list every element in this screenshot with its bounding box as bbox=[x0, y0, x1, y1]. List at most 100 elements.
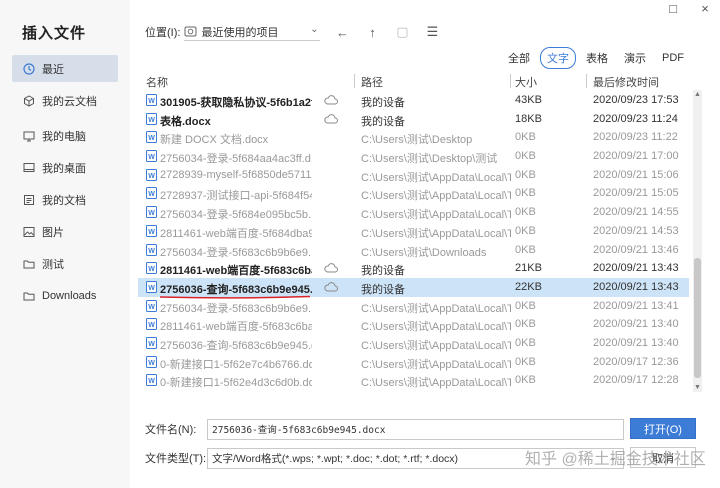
sidebar-item-label: 我的文档 bbox=[42, 194, 86, 207]
filter-all[interactable]: 全部 bbox=[502, 48, 536, 68]
file-path: C:\Users\测试\Desktop bbox=[361, 134, 473, 147]
sidebar-item-label: Downloads bbox=[42, 289, 97, 302]
file-modified: 2020/09/23 11:22 bbox=[593, 131, 678, 144]
filter-spreadsheet[interactable]: 表格 bbox=[580, 48, 614, 68]
scrollbar-thumb[interactable] bbox=[694, 258, 701, 378]
sidebar-item-pictures[interactable]: 图片 bbox=[12, 218, 118, 245]
file-name: 2756034-登录-5f684aa4ac3ff.d... bbox=[160, 153, 312, 166]
filter-presentation[interactable]: 演示 bbox=[618, 48, 652, 68]
sidebar-item-label: 我的桌面 bbox=[42, 162, 86, 175]
column-path[interactable]: 路径 bbox=[361, 74, 383, 90]
table-row[interactable]: W 2811461-web端百度-5f683c6ba... C:\Users\测试\… bbox=[138, 315, 689, 334]
file-path: C:\Users\测试\AppData\Local\T... bbox=[361, 227, 511, 240]
sidebar-item-desktop[interactable]: 我的桌面 bbox=[12, 154, 118, 181]
filetype-label: 文件类型(T): bbox=[145, 453, 207, 465]
file-list-scrollbar[interactable]: ▲ ▼ bbox=[693, 90, 702, 392]
column-divider[interactable] bbox=[510, 74, 511, 88]
sidebar-item-label: 我的云文档 bbox=[42, 95, 97, 108]
column-name[interactable]: 名称 bbox=[146, 74, 168, 90]
file-size: 0KB bbox=[515, 150, 536, 163]
table-row[interactable]: W 301905-获取隐私协议-5f6b1a2f3... 我的设备 43KB 2020/… bbox=[138, 91, 689, 110]
file-name: 2811461-web端百度-5f683c6ba... bbox=[160, 321, 312, 334]
file-list: 名称 路径 大小 最后修改时间 W 301905-获取隐私协议-5f6b1a2f3… bbox=[138, 72, 705, 394]
file-modified: 2020/09/21 17:00 bbox=[593, 150, 679, 163]
sidebar-item-label: 测试 bbox=[42, 258, 64, 271]
open-button[interactable]: 打开(O) bbox=[630, 418, 696, 439]
file-path: C:\Users\测试\AppData\Local\T... bbox=[361, 190, 511, 203]
file-size: 22KB bbox=[515, 280, 542, 293]
cloud-icon bbox=[324, 94, 338, 106]
filter-pdf[interactable]: PDF bbox=[656, 50, 690, 66]
table-row[interactable]: W 2811461-web端百度-5f684dba9... C:\Users\测试\… bbox=[138, 222, 689, 241]
sidebar-nav: 最近 我的云文档 我的电脑 我的桌面 我的文档 图片 测试 Downloads bbox=[12, 55, 118, 314]
table-row[interactable]: W 2756034-登录-5f683c6b9b6e9... C:\Users\测试\… bbox=[138, 241, 689, 260]
table-row-selected[interactable]: W 2756036-查询-5f683c6b9e945.d... 我的设备 22KB 20… bbox=[138, 277, 689, 299]
table-row[interactable]: W 2811461-web端百度-5f683c6ba... 我的设备 21KB 2020… bbox=[138, 259, 689, 278]
sidebar-item-test[interactable]: 测试 bbox=[12, 250, 118, 277]
table-row[interactable]: W 2728937-测试接口-api-5f684f54... C:\Users\测试… bbox=[138, 184, 689, 203]
file-path: C:\Users\测试\Desktop\测试 bbox=[361, 153, 498, 166]
file-modified: 2020/09/21 13:46 bbox=[593, 243, 679, 256]
file-modified: 2020/09/21 13:41 bbox=[593, 299, 679, 312]
file-list-header: 名称 路径 大小 最后修改时间 bbox=[138, 72, 705, 89]
filter-text[interactable]: 文字 bbox=[540, 47, 576, 69]
sidebar-item-my-computer[interactable]: 我的电脑 bbox=[12, 122, 118, 149]
column-modified[interactable]: 最后修改时间 bbox=[593, 74, 659, 90]
file-path: C:\Users\测试\AppData\Local\T... bbox=[361, 377, 511, 390]
file-name: 表格.docx bbox=[160, 115, 211, 128]
sidebar-item-documents[interactable]: 我的文档 bbox=[12, 186, 118, 213]
file-name: 301905-获取隐私协议-5f6b1a2f3... bbox=[160, 97, 312, 109]
table-row[interactable]: W 2728939-myself-5f6850de5711... C:\Users\… bbox=[138, 166, 689, 185]
clock-icon bbox=[23, 62, 35, 75]
file-size: 0KB bbox=[515, 243, 536, 256]
up-arrow-icon[interactable]: ↑ bbox=[364, 25, 380, 40]
file-name: 新建 DOCX 文档.docx bbox=[160, 134, 269, 147]
new-folder-icon[interactable]: ▢ bbox=[394, 24, 410, 40]
file-path: C:\Users\测试\AppData\Local\T... bbox=[361, 321, 511, 334]
file-size: 0KB bbox=[515, 374, 536, 387]
word-doc-icon: W bbox=[146, 168, 157, 181]
word-doc-icon: W bbox=[146, 206, 157, 219]
table-row[interactable]: W 2756034-登录-5f684e095bc5b... C:\Users\测试\… bbox=[138, 203, 689, 222]
sidebar-item-label: 图片 bbox=[42, 226, 64, 239]
sidebar-item-downloads[interactable]: Downloads bbox=[12, 282, 118, 309]
chevron-down-icon: ⌄ bbox=[310, 24, 319, 35]
view-options-icon[interactable]: ☰ bbox=[424, 24, 440, 40]
filename-input[interactable]: 2756036-查询-5f683c6b9e945.docx bbox=[207, 418, 624, 440]
table-row[interactable]: W 新建 DOCX 文档.docx C:\Users\测试\Desktop 0KB 20… bbox=[138, 128, 689, 147]
recent-items-icon bbox=[184, 25, 197, 38]
cloud-icon bbox=[324, 113, 338, 125]
scroll-up-icon[interactable]: ▲ bbox=[693, 91, 702, 98]
filename-label: 文件名(N): bbox=[145, 424, 197, 436]
back-arrow-icon[interactable]: ← bbox=[334, 25, 350, 40]
svg-text:W: W bbox=[148, 322, 155, 329]
file-size: 0KB bbox=[515, 355, 536, 368]
table-row[interactable]: W 0-新建接口1-5f62e4d3c6d0b.do... C:\Users\测试\… bbox=[138, 371, 689, 390]
column-size[interactable]: 大小 bbox=[515, 74, 537, 90]
column-divider[interactable] bbox=[354, 74, 355, 88]
svg-text:W: W bbox=[148, 229, 155, 236]
scroll-down-icon[interactable]: ▼ bbox=[693, 384, 702, 391]
sidebar-item-cloud-docs[interactable]: 我的云文档 bbox=[12, 87, 118, 114]
word-doc-icon: W bbox=[146, 262, 157, 275]
picture-icon bbox=[23, 226, 35, 238]
table-row[interactable]: W 0-新建接口1-5f62e7c4b6766.docx C:\Users\测试\A… bbox=[138, 353, 689, 372]
filename-row: 文件名(N): 2756036-查询-5f683c6b9e945.docx bbox=[145, 418, 624, 440]
maximize-icon[interactable]: □ bbox=[666, 2, 680, 16]
column-divider[interactable] bbox=[586, 74, 587, 88]
file-modified: 2020/09/21 14:53 bbox=[593, 224, 679, 237]
file-name: 2756034-登录-5f683c6b9b6e9... bbox=[160, 302, 312, 315]
table-row[interactable]: W 2756034-登录-5f683c6b9b6e9... C:\Users\测试\… bbox=[138, 297, 689, 316]
close-icon[interactable]: × bbox=[698, 2, 712, 16]
file-size: 0KB bbox=[515, 299, 536, 312]
location-value: 最近使用的项目 bbox=[201, 26, 279, 39]
table-row[interactable]: W 2756034-登录-5f684aa4ac3ff.d... C:\Users\测… bbox=[138, 147, 689, 166]
location-dropdown[interactable]: 最近使用的项目 ⌄ bbox=[184, 23, 321, 41]
sidebar-item-recent[interactable]: 最近 bbox=[12, 55, 118, 82]
file-path: C:\Users\测试\AppData\Local\T... bbox=[361, 171, 511, 184]
table-row[interactable]: W 表格.docx 我的设备 18KB 2020/09/23 11:24 bbox=[138, 110, 689, 129]
file-name: 2811461-web端百度-5f684dba9... bbox=[160, 227, 312, 240]
table-row[interactable]: W 2756036-查询-5f683c6b9e945.d... C:\Users\测… bbox=[138, 334, 689, 353]
file-path: C:\Users\测试\Downloads bbox=[361, 246, 487, 259]
file-size: 0KB bbox=[515, 336, 536, 349]
